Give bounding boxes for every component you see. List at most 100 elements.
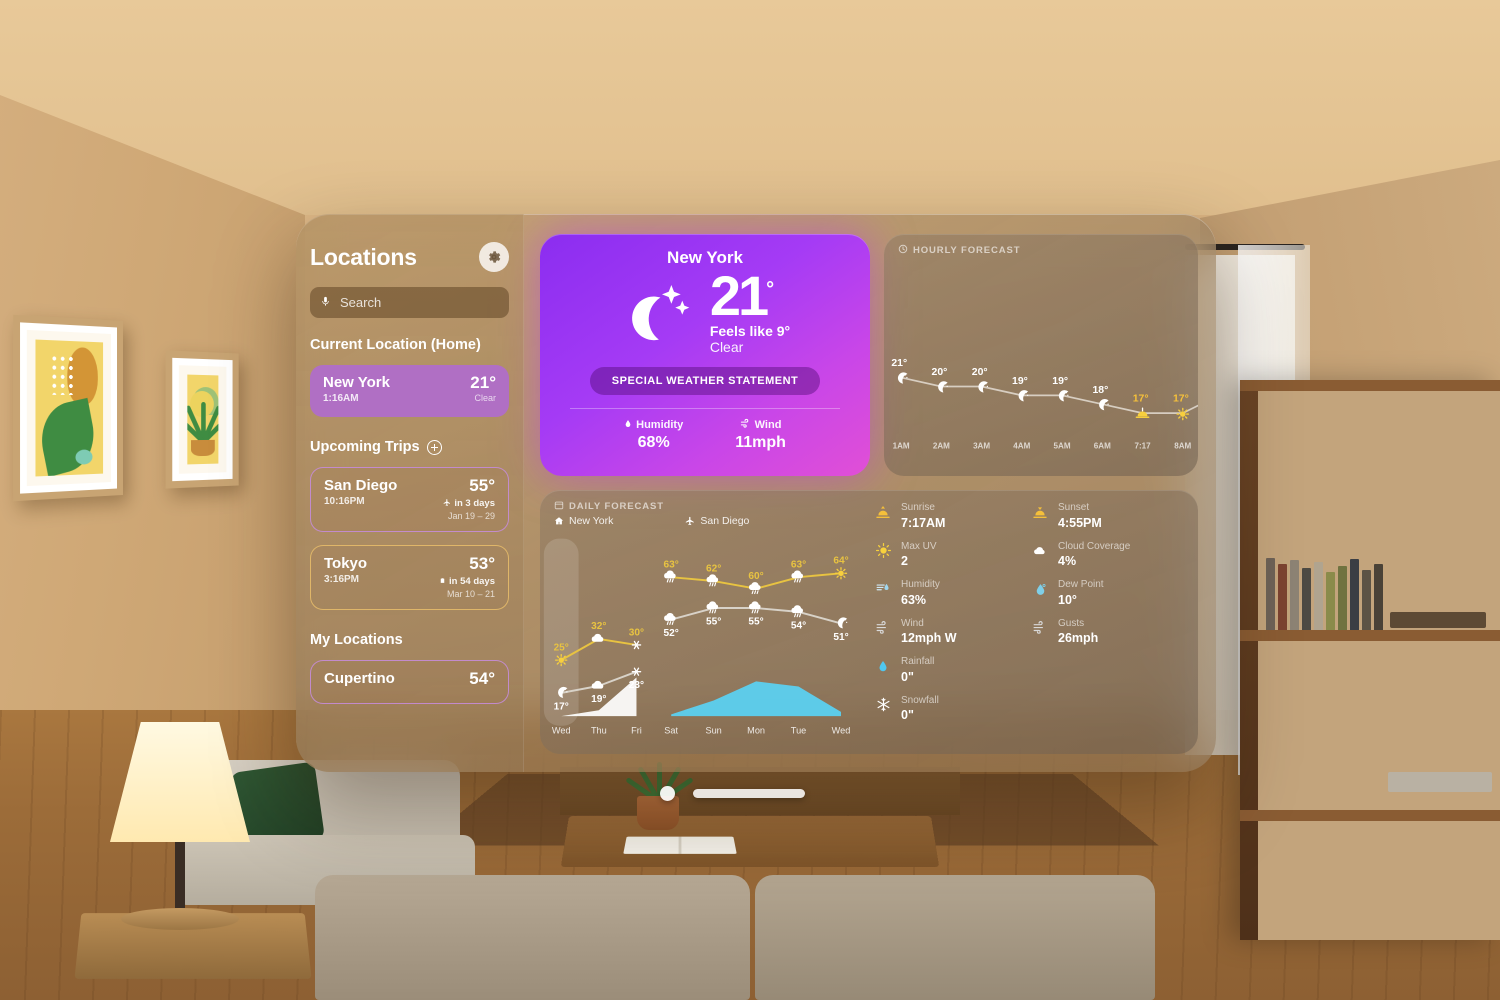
daily-day-label: Thu	[591, 725, 607, 735]
wind-icon	[874, 618, 892, 636]
stat-label-row: Humidity	[624, 418, 683, 432]
hourly-temp-label: 19°	[1052, 376, 1068, 387]
stat-value: 11mph	[735, 433, 786, 451]
page-title: Locations	[310, 243, 417, 270]
detail-rainfall: Rainfall 0"	[874, 656, 1031, 684]
trip-name: San Diego	[324, 477, 398, 494]
divider	[569, 407, 841, 409]
lamp-stem	[175, 842, 185, 908]
window-grabber[interactable]	[693, 789, 805, 798]
daily-high-label: 63°	[664, 560, 679, 571]
add-trip-icon[interactable]	[426, 439, 442, 455]
daily-high-label: 60°	[748, 571, 763, 582]
section-my-locations: My Locations	[310, 632, 509, 648]
section-heading: Current Location (Home)	[310, 337, 481, 353]
tab-label: San Diego	[700, 515, 750, 527]
calendar-icon	[554, 500, 564, 513]
clock-icon	[898, 244, 908, 257]
lamp-base	[121, 908, 239, 930]
detail-label: Sunrise	[901, 502, 935, 513]
detail-value: 12mph W	[901, 631, 957, 645]
trip-card-tokyo[interactable]: Tokyo 3:16PM 53° in 54 days Mar 10 – 21	[310, 544, 509, 610]
detail-value: 2	[901, 554, 908, 568]
weather-app-window: Locations Search Current Location (Home)…	[296, 214, 1216, 772]
hourly-time-label: 6AM	[1094, 442, 1111, 451]
precipitation-area	[671, 681, 841, 717]
main-content: New York 21° Feels like 9° Clear SPECIAL…	[524, 214, 1216, 772]
detail-humidity: Humidity 63%	[874, 579, 1031, 607]
hourly-forecast-header: HOURLY FORECAST	[884, 234, 1198, 257]
daily-day-label: Mon	[747, 725, 765, 735]
close-dot[interactable]	[660, 786, 675, 801]
moon-icon	[837, 617, 848, 629]
daily-low-label: 19°	[591, 694, 606, 705]
sun-icon	[834, 567, 848, 580]
detail-value: 26mph	[1058, 631, 1099, 645]
rain-icon	[706, 601, 719, 614]
stat-value: 68%	[637, 433, 670, 451]
detail-snowfall: Snowfall 0"	[874, 695, 1031, 722]
search-placeholder: Search	[340, 295, 382, 310]
details-column-left: Sunrise 7:17AM Max UV 2 Humidity 63% Wind 12mph…	[874, 502, 1031, 754]
current-readout: 21° Feels like 9° Clear	[620, 264, 791, 355]
sun-icon	[1176, 407, 1190, 421]
selected-day-highlight	[543, 538, 579, 726]
section-upcoming-trips: Upcoming Trips	[310, 439, 509, 455]
airplane-icon	[443, 498, 451, 510]
lamp-shade	[110, 722, 250, 842]
rain-icon	[748, 601, 761, 614]
shelf-back-panel	[1258, 380, 1500, 940]
daily-high-label: 32°	[591, 621, 606, 632]
rain-icon	[748, 582, 761, 595]
stat-label-row: Wind	[735, 418, 786, 432]
trip-card-san-diego[interactable]: San Diego 10:16PM 55° in 3 days Jan 19 –…	[310, 467, 509, 532]
location-card-cupertino[interactable]: Cupertino 54°	[310, 659, 509, 704]
special-weather-statement-button[interactable]: SPECIAL WEATHER STATEMENT	[589, 366, 821, 395]
detail-value: 10°	[1058, 592, 1077, 607]
detail-label: Rainfall	[901, 656, 935, 667]
daily-forecast-panel[interactable]: DAILY FORECAST New York San Diego 25° 32…	[540, 490, 1198, 754]
detail-label: Gusts	[1058, 617, 1085, 629]
shelf-board	[1240, 630, 1500, 641]
hourly-time-label: 1AM	[893, 442, 910, 451]
hourly-time-label: 3AM	[973, 442, 990, 451]
stat-label: Wind	[754, 418, 782, 431]
shelf-board	[1240, 810, 1500, 821]
tab-san-diego[interactable]: San Diego	[685, 515, 749, 527]
hourly-temp-label: 21°	[891, 358, 907, 369]
daily-low-label: 23°	[629, 680, 644, 691]
daily-high-label: 25°	[554, 642, 569, 653]
detail-value: 4%	[1058, 554, 1077, 568]
daily-high-label: 63°	[791, 560, 806, 571]
artwork-canvas	[35, 339, 104, 477]
gear-icon[interactable]	[479, 242, 509, 272]
hourly-temp-label: 20°	[932, 367, 948, 378]
trip-time: 10:16PM	[324, 496, 365, 508]
cloud-icon	[591, 680, 604, 689]
rain-icon	[664, 570, 676, 583]
daily-high-label: 62°	[706, 563, 721, 574]
stacked-books	[1388, 772, 1492, 792]
daily-forecast-charts: DAILY FORECAST New York San Diego 25° 32…	[540, 490, 868, 754]
location-card-new-york[interactable]: New York 1:16AM 21° Clear	[310, 365, 509, 417]
rain-icon	[664, 612, 676, 625]
sidebar-header: Locations	[310, 242, 509, 272]
section-current-location: Current Location (Home)	[310, 337, 509, 353]
hourly-forecast-panel[interactable]: HOURLY FORECAST 21° 1AM 20° 2AM 20° 3AM 19° 4AM…	[884, 234, 1198, 476]
feels-like: Feels like 9°	[709, 322, 791, 339]
detail-label: Wind	[901, 617, 924, 629]
daily-low-label: 17°	[554, 701, 569, 712]
detail-value: 4:55PM	[1058, 515, 1102, 530]
tab-new-york[interactable]: New York	[554, 515, 613, 527]
section-heading: My Locations	[310, 631, 403, 648]
daily-low-label: 55°	[706, 616, 721, 627]
rain-icon	[791, 605, 803, 618]
home-icon	[554, 516, 564, 526]
current-conditions-card[interactable]: New York 21° Feels like 9° Clear SPECIAL…	[540, 234, 870, 476]
detail-label: Dew Point	[1058, 579, 1104, 590]
current-temperature: 21°	[709, 264, 775, 327]
detail-sunset: Sunset 4:55PM	[1031, 502, 1188, 530]
search-input[interactable]: Search	[310, 287, 509, 318]
trip-countdown: in 54 days	[449, 576, 495, 588]
hourly-time-label: 4AM	[1013, 442, 1030, 451]
